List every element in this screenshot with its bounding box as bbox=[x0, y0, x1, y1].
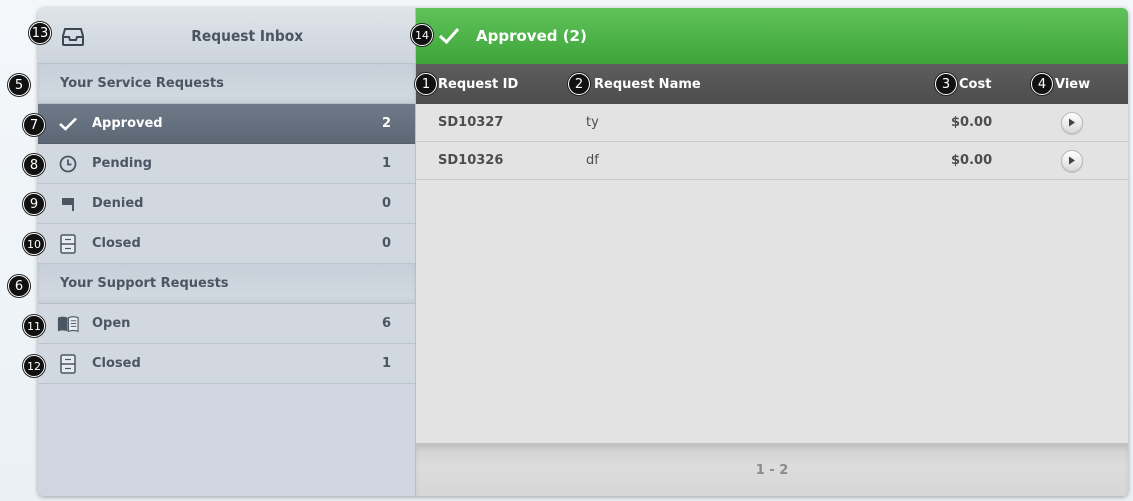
request-id-cell: SD10327 bbox=[438, 115, 504, 130]
main-header: Approved (2) bbox=[416, 8, 1128, 64]
cabinet-icon bbox=[57, 233, 79, 255]
cabinet-icon bbox=[57, 353, 79, 375]
pagination-footer: 1 - 2 bbox=[416, 443, 1128, 496]
sidebar-item-count: 0 bbox=[381, 236, 391, 251]
sidebar-item-label: Open bbox=[92, 316, 131, 331]
callout-marker-2: 2 bbox=[568, 73, 590, 95]
callout-marker-11: 11 bbox=[23, 315, 45, 337]
callout-marker-4: 4 bbox=[1031, 73, 1053, 95]
view-button[interactable] bbox=[1061, 149, 1083, 172]
callout-marker-10: 10 bbox=[23, 233, 45, 255]
column-header-request-name[interactable]: Request Name bbox=[594, 77, 701, 92]
callout-marker-6: 6 bbox=[8, 275, 30, 297]
callout-marker-3: 3 bbox=[935, 73, 957, 95]
sidebar-item-label: Approved bbox=[92, 116, 163, 131]
sidebar-header: Request Inbox bbox=[38, 8, 415, 64]
flag-icon bbox=[57, 193, 79, 215]
service-requests-section: Your Service Requests bbox=[38, 64, 415, 104]
request-name-cell: df bbox=[586, 153, 599, 168]
column-header-view: View bbox=[1055, 76, 1091, 92]
table-header: Request ID Request Name Cost View bbox=[416, 64, 1128, 104]
table-row[interactable]: SD10326 df $0.00 bbox=[416, 142, 1128, 180]
pagination-range: 1 - 2 bbox=[755, 462, 789, 478]
main-panel: Approved (2) Request ID Request Name Cos… bbox=[416, 8, 1128, 496]
cost-cell: $0.00 bbox=[951, 153, 993, 168]
table-empty-area bbox=[416, 182, 1128, 442]
callout-marker-1: 1 bbox=[415, 73, 437, 95]
sidebar-item-count: 2 bbox=[381, 116, 391, 131]
callout-marker-8: 8 bbox=[23, 154, 45, 176]
request-id-cell: SD10326 bbox=[438, 153, 504, 168]
sidebar-item-denied[interactable]: Denied 0 bbox=[38, 184, 415, 224]
sidebar-item-label: Closed bbox=[92, 236, 141, 251]
sidebar-item-closed-support[interactable]: Closed 1 bbox=[38, 344, 415, 384]
column-header-cost[interactable]: Cost bbox=[959, 77, 991, 92]
view-button[interactable] bbox=[1061, 111, 1083, 134]
sidebar-item-count: 1 bbox=[381, 356, 391, 371]
play-arrow-icon bbox=[1069, 118, 1075, 127]
play-arrow-icon bbox=[1069, 156, 1075, 165]
callout-marker-14: 14 bbox=[411, 24, 433, 46]
sidebar-title: Request Inbox bbox=[191, 26, 304, 45]
main-title: Approved (2) bbox=[476, 27, 587, 45]
sidebar: Request Inbox Your Service Requests Appr… bbox=[38, 8, 416, 496]
table-row[interactable]: SD10327 ty $0.00 bbox=[416, 104, 1128, 142]
sidebar-item-open[interactable]: Open 6 bbox=[38, 304, 415, 344]
callout-marker-12: 12 bbox=[23, 355, 45, 377]
sidebar-item-approved[interactable]: Approved 2 bbox=[38, 104, 415, 144]
callout-marker-13: 13 bbox=[29, 22, 51, 44]
checkmark-icon bbox=[438, 25, 460, 47]
callout-marker-5: 5 bbox=[8, 74, 30, 96]
sidebar-item-closed-service[interactable]: Closed 0 bbox=[38, 224, 415, 264]
request-name-cell: ty bbox=[586, 115, 599, 130]
clock-icon bbox=[57, 153, 79, 175]
cost-cell: $0.00 bbox=[951, 115, 993, 130]
sidebar-item-label: Closed bbox=[92, 356, 141, 371]
open-book-icon bbox=[57, 313, 79, 335]
callout-marker-7: 7 bbox=[23, 114, 45, 136]
sidebar-item-pending[interactable]: Pending 1 bbox=[38, 144, 415, 184]
sidebar-item-count: 1 bbox=[381, 156, 391, 171]
sidebar-item-label: Pending bbox=[92, 156, 152, 171]
support-requests-section: Your Support Requests bbox=[38, 264, 415, 304]
sidebar-item-count: 6 bbox=[381, 316, 391, 331]
column-header-request-id[interactable]: Request ID bbox=[438, 77, 518, 92]
checkmark-icon bbox=[57, 113, 79, 135]
sidebar-item-count: 0 bbox=[381, 196, 391, 211]
callout-marker-9: 9 bbox=[23, 193, 45, 215]
sidebar-item-label: Denied bbox=[92, 196, 144, 211]
